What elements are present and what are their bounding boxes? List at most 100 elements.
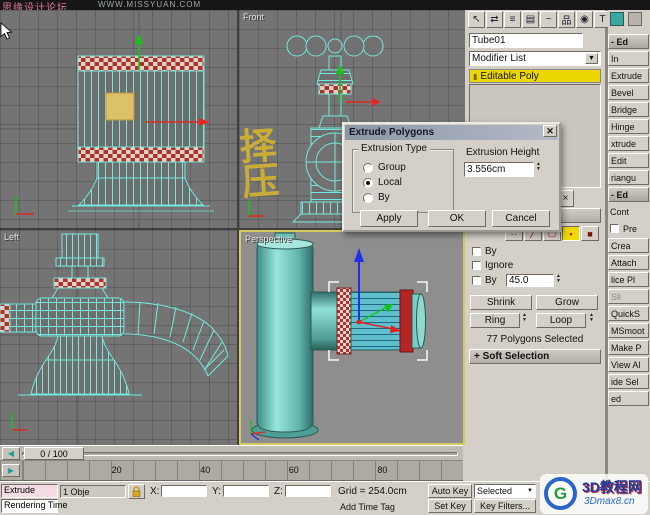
time-slider-handle[interactable]: 0 / 100	[24, 447, 84, 460]
timeline-tick-label: 60	[288, 465, 299, 475]
maxscript-listener-line1[interactable]: Extrude	[1, 484, 58, 498]
panel-item-idesel[interactable]: ide Sel	[608, 374, 649, 389]
panel-item-hinge[interactable]: Hinge	[608, 119, 649, 134]
panel-item-ed[interactable]: - Ed	[608, 187, 649, 202]
panel-item-edit[interactable]: Edit	[608, 153, 649, 168]
radio-by[interactable]: By	[363, 192, 390, 203]
panel-item-ed[interactable]: ed	[608, 391, 649, 406]
logo-subtitle: 3Dmax8.cn	[584, 496, 635, 507]
auto-key-button[interactable]: Auto Key	[428, 484, 472, 498]
object-name-field[interactable]: Tube01	[469, 33, 583, 48]
element-mode-icon[interactable]: ■	[581, 226, 599, 241]
select-tool-icon[interactable]: ↖	[468, 11, 485, 28]
dialog-titlebar[interactable]: Extrude Polygons	[345, 125, 558, 140]
material-editor-icon[interactable]: ◉	[576, 11, 593, 28]
selection-filter-dropdown[interactable]: Selected ▼	[474, 484, 536, 498]
viewport-perspective[interactable]: Perspective	[239, 230, 465, 445]
main-toolbar-icons: ↖ ⇄ ≡ ▤ ~ 品 ◉ T	[468, 11, 611, 28]
panel-tab-icon-2[interactable]	[628, 12, 642, 26]
panel-item-makep[interactable]: Make P	[608, 340, 649, 355]
schematic-view-icon[interactable]: 品	[558, 11, 575, 28]
radio-icon[interactable]	[363, 192, 373, 203]
panel-item-extrude[interactable]: Extrude	[608, 68, 649, 83]
panel-item-bridge[interactable]: Bridge	[608, 102, 649, 117]
layer-manager-icon[interactable]: ▤	[522, 11, 539, 28]
angle-spinner[interactable]: ▲ ▼	[556, 274, 561, 284]
panel-item-attach[interactable]: Attach	[608, 255, 649, 270]
by-vertex-label: By	[485, 246, 497, 257]
shrink-label: Shrink	[486, 297, 516, 308]
by-vertex-checkbox[interactable]: By	[472, 246, 497, 257]
checkbox-icon[interactable]	[610, 224, 619, 233]
site-logo-watermark: G 3D教程网 3Dmax8.cn	[540, 474, 648, 514]
maxscript-listener-line2[interactable]: Rendering Time	[1, 499, 68, 513]
selection-lock-icon[interactable]	[128, 484, 145, 499]
viewport-left[interactable]: Left	[0, 230, 237, 445]
loop-spinner[interactable]: ▲ ▼	[589, 313, 594, 323]
mirror-icon[interactable]: ⇄	[486, 11, 503, 28]
x-coord-label: X:	[150, 486, 160, 497]
align-icon[interactable]: ≡	[504, 11, 521, 28]
z-coord-label: Z:	[274, 486, 283, 497]
radio-group[interactable]: Group	[363, 162, 406, 173]
radio-local[interactable]: Local	[363, 177, 402, 188]
checkbox-icon[interactable]	[472, 247, 481, 256]
ok-button[interactable]: OK	[428, 210, 486, 227]
panel-item-ed[interactable]: - Ed	[608, 34, 649, 49]
curve-editor-icon[interactable]: ~	[540, 11, 557, 28]
soft-selection-rollout-header[interactable]: + Soft Selection	[469, 349, 601, 364]
timeline-tick-label: 40	[200, 465, 211, 475]
radio-icon[interactable]	[363, 162, 373, 173]
extrusion-height-spinner[interactable]: ▲ ▼	[536, 162, 541, 172]
close-icon[interactable]: ✕	[543, 125, 557, 137]
checkbox-icon[interactable]	[472, 261, 481, 270]
by-angle-checkbox[interactable]: By	[472, 275, 497, 286]
ignore-label: Ignore	[485, 260, 514, 271]
y-coord-field[interactable]	[223, 485, 269, 497]
panel-item-label: - Ed	[611, 36, 628, 47]
panel-item-bevel[interactable]: Bevel	[608, 85, 649, 100]
x-coord-field[interactable]	[161, 485, 207, 497]
grid-size-status: Grid = 254.0cm	[338, 486, 407, 497]
add-time-tag[interactable]: Add Time Tag	[340, 502, 395, 512]
apply-button[interactable]: Apply	[360, 210, 418, 227]
loop-button[interactable]: Loop	[536, 313, 586, 328]
viewport-axis-tripod	[15, 196, 34, 215]
panel-item-viewal[interactable]: View Al	[608, 357, 649, 372]
panel-tab-icon[interactable]	[610, 12, 624, 26]
panel-item-xtrude[interactable]: xtrude	[608, 136, 649, 151]
extrusion-height-field[interactable]: 3.556cm	[464, 162, 534, 177]
ring-spinner[interactable]: ▲ ▼	[522, 313, 527, 323]
polygon-mode-icon[interactable]: ▪	[562, 226, 580, 241]
set-key-button[interactable]: Set Key	[428, 499, 472, 513]
previous-frame-icon[interactable]: ◀	[2, 447, 20, 460]
next-frame-icon[interactable]: ▶	[2, 464, 20, 477]
panel-item-crea[interactable]: Crea	[608, 238, 649, 253]
panel-item-sli[interactable]: Sli	[608, 289, 649, 304]
ignore-backfacing-checkbox[interactable]: Ignore	[472, 260, 513, 271]
panel-item-in[interactable]: In	[608, 51, 649, 66]
chevron-down-icon[interactable]: ▼	[585, 53, 598, 64]
key-filters-button[interactable]: Key Filters...	[474, 499, 536, 513]
3dsmax-window: 思缘设计论坛 WWW.MISSYUAN.COM Front Left Persp…	[0, 0, 650, 515]
time-slider-track[interactable]	[22, 452, 458, 456]
angle-value-field[interactable]: 45.0	[506, 274, 554, 287]
panel-item-licepl[interactable]: lice Pl	[608, 272, 649, 287]
panel-item-pre[interactable]: Pre	[608, 221, 649, 236]
grow-button[interactable]: Grow	[536, 295, 598, 310]
panel-item-msmoot[interactable]: MSmoot	[608, 323, 649, 338]
panel-item-quicks[interactable]: QuickS	[608, 306, 649, 321]
modifier-list-dropdown[interactable]: Modifier List ▼	[469, 51, 601, 66]
z-coord-field[interactable]	[285, 485, 331, 497]
checkbox-icon[interactable]	[472, 276, 481, 285]
time-slider-bar: ◀ 0 / 100	[0, 445, 463, 461]
cancel-button[interactable]: Cancel	[492, 210, 550, 227]
ring-button[interactable]: Ring	[470, 313, 520, 328]
track-bar[interactable]: ▶ 20406080100	[0, 461, 463, 481]
panel-item-label: MSmoot	[611, 325, 645, 336]
panel-item-riangu[interactable]: riangu	[608, 170, 649, 185]
modifier-stack-active-row[interactable]: ▮ Editable Poly	[469, 69, 601, 83]
radio-icon[interactable]	[363, 177, 373, 188]
viewport-top[interactable]	[0, 10, 237, 228]
shrink-button[interactable]: Shrink	[470, 295, 532, 310]
